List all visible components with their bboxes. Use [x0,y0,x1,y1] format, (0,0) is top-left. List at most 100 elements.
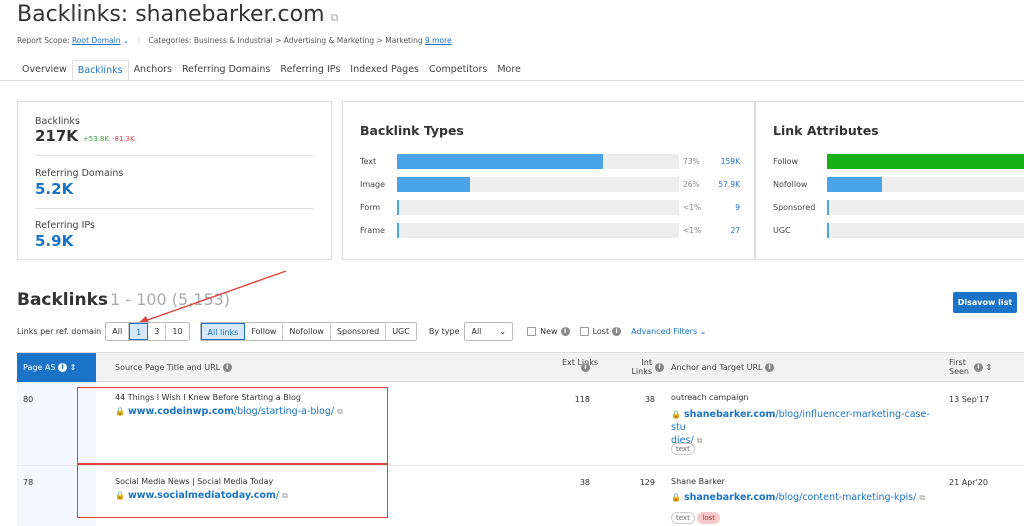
filter-follow[interactable]: Follow [245,323,284,340]
backlink-type-label: Frame [360,226,385,235]
column-source: Source Page Title and URL i [115,363,232,372]
external-link-icon[interactable]: ⧉ [919,493,925,502]
column-page-as[interactable]: Page AS i ⇕ [17,353,96,382]
int-links-value: 38 [644,395,655,404]
by-type-select[interactable]: All ⌄ [464,322,514,341]
link-attribute-bar-fill [827,200,829,215]
tab-divider [0,80,1024,81]
backlink-type-label: Form [360,203,381,212]
column-anchor: Anchor and Target URL i [671,363,775,372]
backlinks-label: Backlinks [35,116,80,127]
backlinks-value[interactable]: 217K [35,127,78,145]
column-int-links[interactable]: Int Links [628,358,652,376]
link-attributes-title: Link Attributes [773,123,879,138]
column-ext-links[interactable]: Ext Links [560,358,598,367]
ext-links-value: 118 [574,395,590,404]
backlinks-lost[interactable]: -81.3K [112,135,135,143]
backlink-type-bar-track[interactable] [397,223,679,238]
backlinks-new[interactable]: +53.8K [83,135,109,143]
per-domain-all[interactable]: All [106,323,130,340]
column-first-seen[interactable]: First Seen [949,358,971,376]
info-icon[interactable]: i [655,363,664,372]
page-title: Backlinks: shanebarker.com ⧉ [17,2,339,27]
per-domain-10[interactable]: 10 [166,323,188,340]
filter-nofollow[interactable]: Nofollow [283,323,331,340]
info-icon[interactable]: i [222,363,232,372]
lost-checkbox[interactable] [579,327,589,336]
backlink-type-bar-fill [397,223,399,238]
tab-overview[interactable]: Overview [17,60,72,81]
backlink-type-percent: <1% [683,203,702,212]
int-links-value: 129 [639,478,655,487]
filter-all-links[interactable]: All links [200,323,246,340]
backlink-type-bar-track[interactable] [397,200,679,215]
link-attribute-label: Sponsored [773,203,816,212]
divider [35,208,313,209]
backlink-type-bar-track[interactable] [397,154,679,169]
link-attribute-bar-track[interactable] [827,177,1024,192]
referring-ips-value[interactable]: 5.9K [35,232,73,250]
per-domain-1[interactable]: 1 [129,323,149,340]
chevron-down-icon[interactable]: ⌄ [121,36,129,45]
filter-ugc[interactable]: UGC [386,323,416,340]
first-seen-value: 21 Apr'20 [949,478,988,487]
external-link-icon[interactable]: ⧉ [331,11,339,24]
tab-referring-ips[interactable]: Referring IPs [275,60,345,81]
referring-ips-label: Referring IPs [35,220,95,231]
per-domain-label: Links per ref. domain [17,327,102,336]
advanced-filters-link[interactable]: Advanced Filters ⌄ [631,327,706,336]
per-domain-3[interactable]: 3 [148,323,167,340]
backlink-type-count[interactable]: 9 [710,203,740,212]
backlink-type-count[interactable]: 57.9K [710,180,740,189]
filters-row: Links per ref. domain All 1 3 10 All lin… [17,322,706,341]
referring-domains-label: Referring Domains [35,168,124,179]
link-attribute-bar-track[interactable] [827,200,1024,215]
backlink-types-card: Backlink Types Text 73% 159K Image 26% 57… [342,101,755,260]
backlink-type-bar-track[interactable] [397,177,679,192]
referring-domains-value[interactable]: 5.2K [35,180,73,198]
tag-text: text [671,443,695,455]
tab-more[interactable]: More [492,60,526,81]
target-url[interactable]: 🔒 shanebarker.com/blog/content-marketing-… [671,492,925,503]
sort-icon[interactable]: ⇕ [70,363,77,372]
backlink-type-bar-fill [397,177,471,192]
annotation-arrow [136,270,287,325]
tab-referring-domains[interactable]: Referring Domains [177,60,275,81]
info-icon[interactable]: i [612,327,622,336]
backlink-type-bar-fill [397,200,399,215]
sort-icon[interactable]: ⇕ [986,363,993,372]
disavow-list-button[interactable]: Disavow list [953,292,1017,313]
link-attribute-bar-fill [827,154,1024,169]
backlink-type-count[interactable]: 159K [710,157,740,166]
target-url[interactable]: 🔒 shanebarker.com/blog/influencer-marketi… [671,408,936,447]
by-type-label: By type [428,327,460,336]
ext-links-value: 38 [579,478,590,487]
per-domain-segment: All 1 3 10 [105,322,190,341]
tab-indexed-pages[interactable]: Indexed Pages [345,60,424,81]
backlink-type-label: Image [360,180,386,189]
info-icon[interactable]: i [560,327,570,336]
backlink-type-count[interactable]: 27 [710,226,740,235]
divider [35,155,313,156]
link-attribute-label: Follow [773,157,799,166]
backlink-type-percent: <1% [683,226,702,235]
link-attribute-label: UGC [773,226,791,235]
tab-competitors[interactable]: Competitors [424,60,492,81]
new-checkbox[interactable] [527,327,537,336]
link-attribute-label: Nofollow [773,180,808,189]
more-categories-link[interactable]: 9 more [425,36,452,45]
external-link-icon[interactable]: ⧉ [697,436,703,445]
backlink-type-percent: 73% [683,157,700,166]
backlink-type-label: Text [360,157,377,166]
tag-text: text [671,512,695,524]
info-icon[interactable]: i [765,363,775,372]
info-icon[interactable]: i [581,363,590,372]
link-attribute-bar-track[interactable] [827,223,1024,238]
tab-backlinks[interactable]: Backlinks [71,60,129,81]
info-icon[interactable]: i [58,363,68,372]
tab-anchors[interactable]: Anchors [129,60,177,81]
filter-sponsored[interactable]: Sponsored [331,323,387,340]
scope-dropdown[interactable]: Root Domain [72,36,120,45]
link-attribute-bar-track[interactable] [827,154,1024,169]
info-icon[interactable]: i [974,363,983,372]
